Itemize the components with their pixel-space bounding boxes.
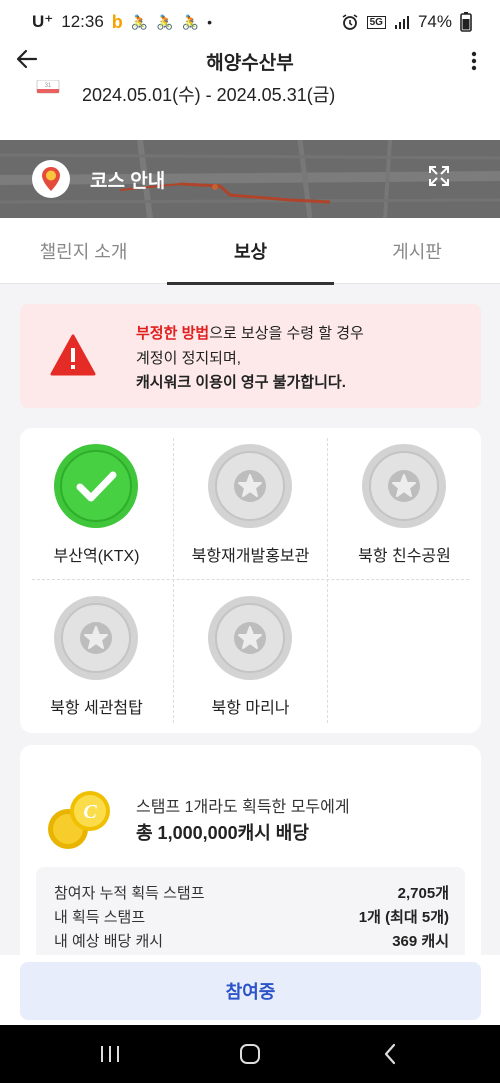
stat-label: 참여자 누적 획득 스탬프	[54, 885, 205, 902]
stamp-busan-station[interactable]: 부산역(KTX)	[20, 428, 173, 578]
back-button[interactable]	[12, 44, 42, 74]
reward-headline: 총 1,000,000캐시 배당	[136, 823, 309, 843]
stamp-collection-card: 부산역(KTX) 북항재개발홍보관 북항 친수공원 북항 세관첨탑 북항 마리나	[20, 428, 481, 733]
stamp-bukhang-customs-tower[interactable]: 북항 세관첨탑	[20, 580, 173, 730]
calendar-icon: 31	[36, 80, 60, 94]
recent-apps-button[interactable]	[90, 1039, 130, 1069]
warning-highlight: 부정한 방법	[136, 325, 210, 342]
challenge-period: 2024.05.01(수) - 2024.05.31(금)	[82, 85, 336, 105]
bike-notification-icon: 🚴	[130, 13, 149, 30]
challenge-period-section: 31 2024.05.01(수) - 2024.05.31(금)	[0, 78, 500, 140]
gold-coins-icon: C	[48, 791, 110, 849]
tab-board[interactable]: 게시판	[334, 218, 500, 284]
map-background	[0, 140, 500, 218]
warning-line-1: 부정한 방법으로 보상을 수령 할 경우	[136, 322, 364, 343]
tab-reward[interactable]: 보상	[167, 218, 334, 285]
status-bar: U⁺ 12:36 b 🚴 🚴 🚴 • 5G 74%	[0, 0, 500, 44]
warning-icon	[50, 334, 96, 376]
recent-apps-icon	[101, 1046, 119, 1062]
stamp-name: 북항재개발홍보관	[191, 548, 310, 565]
cashwalk-notification-icon: b	[111, 11, 123, 32]
stamp-name: 북항 마리나	[211, 700, 290, 717]
stat-label: 내 획득 스탬프	[54, 909, 146, 926]
participating-button[interactable]: 참여중	[20, 962, 481, 1020]
tab-bar: 챌린지 소개 보상 게시판	[0, 218, 500, 285]
tab-label: 챌린지 소개	[39, 242, 128, 262]
stat-value: 369 캐시	[392, 933, 449, 950]
more-options-button[interactable]	[462, 46, 486, 76]
stamp-acquired-check-icon	[54, 444, 138, 528]
arrow-left-icon	[16, 49, 38, 69]
stat-row: 내 예상 배당 캐시 369 캐시	[54, 930, 449, 952]
more-vertical-icon	[471, 51, 477, 71]
stamp-locked-star-icon	[362, 444, 446, 528]
fraud-warning-banner: 부정한 방법으로 보상을 수령 할 경우 계정이 정지되며, 캐시워크 이용이 …	[20, 304, 481, 408]
page-title: 해양수산부	[206, 53, 294, 74]
location-pin-icon	[42, 167, 60, 191]
stamp-bukhang-waterfront-park[interactable]: 북항 친수공원	[328, 428, 481, 578]
carrier-label: U⁺	[32, 12, 54, 31]
home-icon	[240, 1044, 260, 1064]
stat-row: 참여자 누적 획득 스탬프 2,705개	[54, 882, 449, 904]
tab-label: 보상	[233, 242, 268, 262]
stamp-name: 부산역(KTX)	[53, 548, 140, 565]
course-guide-label: 코스 안내	[90, 171, 166, 192]
bike-notification-icon: 🚴	[181, 13, 200, 30]
warning-line-2: 계정이 정지되며,	[136, 350, 241, 367]
expand-icon[interactable]	[428, 165, 450, 187]
stamp-locked-star-icon	[208, 444, 292, 528]
more-notifications-dot: •	[207, 14, 213, 30]
stamp-locked-star-icon	[54, 596, 138, 680]
warning-text: 으로 보상을 수령 할 경우	[209, 325, 364, 342]
nav-back-button[interactable]	[370, 1039, 410, 1069]
alarm-icon	[342, 14, 358, 30]
tab-label: 게시판	[392, 242, 442, 262]
app-bar: 해양수산부	[0, 44, 500, 78]
chevron-left-icon	[384, 1043, 396, 1065]
warning-line-3: 캐시워크 이용이 영구 불가합니다.	[136, 374, 346, 391]
svg-text:31: 31	[45, 83, 52, 89]
clock: 12:36	[61, 12, 104, 31]
tab-challenge-intro[interactable]: 챌린지 소개	[0, 218, 167, 284]
system-nav-bar	[0, 1025, 500, 1083]
stamp-locked-star-icon	[208, 596, 292, 680]
signal-icon	[394, 16, 409, 29]
reward-subtitle: 스탬프 1개라도 획득한 모두에게	[136, 799, 350, 816]
stamp-name: 북항 세관첨탑	[50, 700, 143, 717]
stat-value: 1개 (최대 5개)	[358, 909, 449, 926]
svg-text:C: C	[83, 801, 97, 823]
stamp-bukhang-promo-hall[interactable]: 북항재개발홍보관	[174, 428, 327, 578]
battery-percent: 74%	[417, 12, 452, 31]
home-button[interactable]	[230, 1039, 270, 1069]
bottom-action-bar: 참여중	[0, 955, 500, 1025]
reward-summary-card: C 스탬프 1개라도 획득한 모두에게 총 1,000,000캐시 배당 참여자…	[20, 745, 481, 985]
stat-value: 2,705개	[397, 885, 449, 902]
course-pin	[32, 160, 70, 198]
network-type-icon: 5G	[366, 15, 386, 29]
battery-icon	[460, 12, 472, 32]
stamp-bukhang-marina[interactable]: 북항 마리나	[174, 580, 327, 730]
course-map-banner[interactable]: 코스 안내	[0, 140, 500, 218]
stat-row: 내 획득 스탬프 1개 (최대 5개)	[54, 906, 449, 928]
stamp-name: 북항 친수공원	[358, 548, 451, 565]
bike-notification-icon: 🚴	[156, 13, 174, 30]
stat-label: 내 예상 배당 캐시	[54, 933, 164, 950]
